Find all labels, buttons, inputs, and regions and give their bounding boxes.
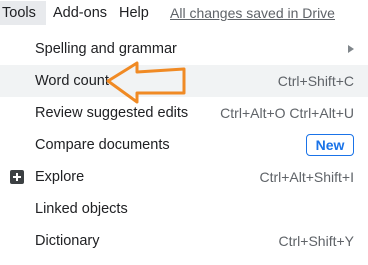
menu-item-shortcut: Ctrl+Shift+C bbox=[277, 73, 354, 89]
menu-item-label: Word count bbox=[35, 73, 109, 89]
menu-item-word-count[interactable]: Word count Ctrl+Shift+C bbox=[0, 65, 368, 97]
menu-tools[interactable]: Tools bbox=[0, 1, 46, 25]
new-badge: New bbox=[306, 134, 354, 156]
menu-item-spelling-grammar[interactable]: Spelling and grammar bbox=[0, 33, 368, 65]
menu-item-label: Dictionary bbox=[35, 233, 100, 249]
menu-item-shortcut: Ctrl+Alt+O Ctrl+Alt+U bbox=[220, 105, 354, 121]
menu-item-label: Review suggested edits bbox=[35, 105, 189, 121]
menu-item-dictionary[interactable]: Dictionary Ctrl+Shift+Y bbox=[0, 225, 368, 257]
menu-item-label: Linked objects bbox=[35, 201, 128, 217]
menu-addons[interactable]: Add-ons bbox=[53, 5, 107, 21]
menu-item-shortcut: Ctrl+Shift+Y bbox=[278, 233, 354, 249]
tools-dropdown-menu: Spelling and grammar Word count Ctrl+Shi… bbox=[0, 30, 368, 265]
menu-item-label: Explore bbox=[35, 169, 85, 185]
save-status-link[interactable]: All changes saved in Drive bbox=[170, 5, 335, 21]
menu-item-label: Spelling and grammar bbox=[35, 41, 177, 57]
menu-item-linked-objects[interactable]: Linked objects bbox=[0, 193, 368, 225]
menu-item-shortcut: Ctrl+Alt+Shift+I bbox=[259, 169, 354, 185]
menu-item-label: Compare documents bbox=[35, 137, 170, 153]
menu-item-review-suggested-edits[interactable]: Review suggested edits Ctrl+Alt+O Ctrl+A… bbox=[0, 97, 368, 129]
menu-item-explore[interactable]: Explore Ctrl+Alt+Shift+I bbox=[0, 161, 368, 193]
menu-bar: Tools Add-ons Help All changes saved in … bbox=[0, 0, 368, 26]
explore-icon bbox=[10, 170, 24, 184]
menu-item-compare-documents[interactable]: Compare documents New bbox=[0, 129, 368, 161]
submenu-arrow-icon bbox=[348, 45, 354, 53]
menu-help[interactable]: Help bbox=[119, 5, 149, 21]
